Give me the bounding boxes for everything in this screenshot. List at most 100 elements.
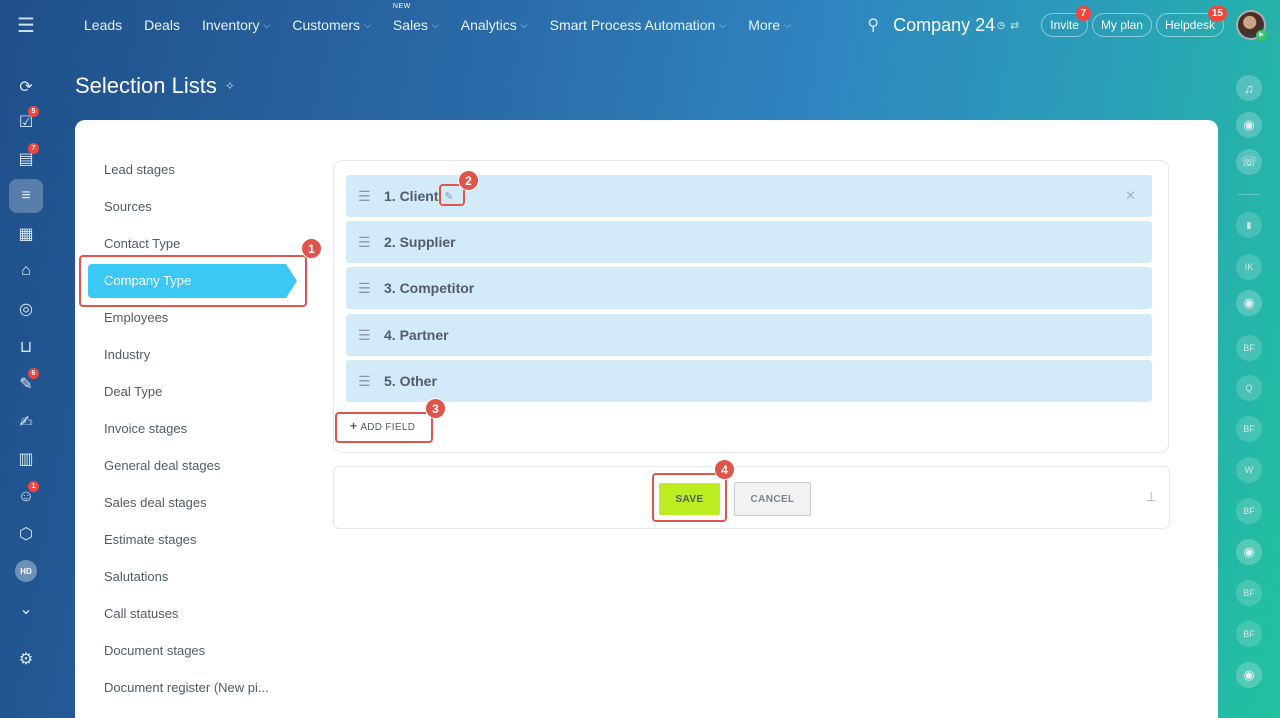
menu-item-lead-stages[interactable]: Lead stages	[75, 151, 305, 188]
nav-smart-process[interactable]: Smart Process Automation ⌵	[550, 17, 727, 33]
list-item[interactable]: ☰ 2. Supplier	[346, 221, 1152, 263]
menu-item-call-statuses[interactable]: Call statuses	[75, 595, 305, 632]
cancel-button[interactable]: CANCEL	[734, 482, 811, 516]
save-bar: SAVE CANCEL ⊥	[333, 466, 1170, 529]
nav-sales[interactable]: NEW Sales ⌵	[393, 3, 439, 33]
drag-handle-icon[interactable]: ☰	[358, 328, 372, 342]
contact-avatar[interactable]: BF	[1236, 498, 1262, 524]
menu-item-document-register[interactable]: Document register (New pi...	[75, 669, 305, 706]
chevron-down-icon: ⌵	[431, 19, 439, 30]
drag-handle-icon[interactable]: ☰	[358, 281, 372, 295]
menu-item-estimate-stages[interactable]: Estimate stages	[75, 521, 305, 558]
menu-item-label: Document register (New pi...	[104, 680, 269, 695]
contact-avatar-label: Q	[1245, 383, 1253, 393]
menu-item-deal-type[interactable]: Deal Type	[75, 373, 305, 410]
menu-item-label: Call statuses	[104, 606, 179, 621]
contact-book-icon[interactable]: ▮	[1236, 212, 1262, 238]
calendar-icon[interactable]: ▦	[9, 217, 43, 251]
drag-handle-icon[interactable]: ☰	[358, 374, 372, 388]
contact-avatar[interactable]: BF	[1236, 621, 1262, 647]
contact-avatar-label: BF	[1243, 343, 1255, 353]
cart-icon[interactable]: ⊔	[9, 330, 43, 364]
robot-icon[interactable]: ☺ 1	[9, 480, 43, 514]
menu-item-label: General deal stages	[104, 458, 221, 473]
bell-icon[interactable]: ♫	[1236, 75, 1262, 101]
pin-icon[interactable]: ✧	[225, 79, 235, 93]
menu-item-document-stages[interactable]: Document stages	[75, 632, 305, 669]
nav-leads[interactable]: Leads	[84, 17, 122, 33]
menu-item-sources[interactable]: Sources	[75, 188, 305, 225]
field-label[interactable]: 4. Partner	[384, 327, 449, 343]
box-icon[interactable]: ⬡	[9, 517, 43, 551]
copilot-icon[interactable]: ◉	[1236, 539, 1262, 565]
menu-item-label: Lead stages	[104, 162, 175, 177]
copilot-icon[interactable]: ◉	[1236, 290, 1262, 316]
sign-icon[interactable]: ✍	[9, 405, 43, 439]
copilot-icon[interactable]: ◉	[1236, 112, 1262, 138]
menu-burger-icon[interactable]: ☰	[0, 0, 52, 50]
main-card: Lead stages Sources Contact Type Company…	[75, 120, 1218, 718]
drag-handle-icon[interactable]: ☰	[358, 189, 372, 203]
menu-item-invoice-stages[interactable]: Invoice stages	[75, 410, 305, 447]
nav-inventory[interactable]: Inventory ⌵	[202, 17, 270, 33]
feed-badge: 7	[28, 143, 39, 154]
field-label[interactable]: 2. Supplier	[384, 234, 456, 250]
menu-item-sales-deal-stages[interactable]: Sales deal stages	[75, 484, 305, 521]
user-avatar[interactable]: ▶	[1236, 10, 1267, 41]
my-plan-button[interactable]: My plan	[1091, 13, 1152, 37]
nav-more[interactable]: More ⌵	[748, 17, 791, 33]
list-item[interactable]: ☰ 5. Other	[346, 360, 1152, 402]
list-item[interactable]: ☰ 3. Competitor	[346, 267, 1152, 309]
company-name-label: Company 24	[893, 14, 996, 35]
contact-avatar[interactable]: IK	[1236, 254, 1262, 280]
drag-handle-icon[interactable]: ☰	[358, 235, 372, 249]
annotation-number: 1	[301, 238, 322, 259]
menu-item-label: Sales deal stages	[104, 495, 207, 510]
nav-customers[interactable]: Customers ⌵	[292, 17, 371, 33]
list-item[interactable]: ☰ 4. Partner	[346, 314, 1152, 356]
field-label[interactable]: 3. Competitor	[384, 280, 474, 296]
helpdesk-button[interactable]: Helpdesk 15	[1155, 6, 1227, 37]
nav-analytics[interactable]: Analytics ⌵	[461, 17, 528, 33]
close-icon[interactable]: ✕	[1125, 188, 1136, 204]
store-icon[interactable]: ⌂	[9, 254, 43, 288]
contact-avatar[interactable]: W	[1236, 457, 1262, 483]
menu-item-general-deal-stages[interactable]: General deal stages	[75, 447, 305, 484]
invite-button[interactable]: Invite 7	[1041, 6, 1091, 37]
nav-deals[interactable]: Deals	[144, 17, 180, 33]
search-icon[interactable]: ⚲	[867, 15, 879, 35]
helpdesk-avatar[interactable]: HD	[9, 554, 43, 588]
page-title-text: Selection Lists	[75, 73, 217, 98]
field-label[interactable]: 1. Client	[384, 188, 438, 204]
copilot-icon[interactable]: ◉	[1236, 662, 1262, 688]
docs-icon[interactable]: ✎ 6	[9, 367, 43, 401]
target-icon[interactable]: ◎	[9, 292, 43, 326]
contact-avatar[interactable]: BF	[1236, 580, 1262, 606]
menu-item-salutations[interactable]: Salutations	[75, 558, 305, 595]
settings-toggle-icon[interactable]: ⇄	[1010, 19, 1019, 32]
company-name[interactable]: Company 24 ◷ ⇄	[893, 15, 1019, 36]
contact-avatar[interactable]: Q	[1236, 375, 1262, 401]
chevron-down-icon[interactable]: ⌄	[9, 592, 43, 626]
main-nav: Leads Deals Inventory ⌵ Customers ⌵ NEW Sal…	[84, 0, 813, 50]
docs-badge: 6	[28, 368, 39, 379]
pin-icon[interactable]: ⊥	[1146, 489, 1157, 505]
nav-leads-label: Leads	[84, 17, 123, 33]
field-label[interactable]: 5. Other	[384, 373, 437, 389]
gear-icon[interactable]: ⚙	[9, 642, 43, 676]
analytics-icon[interactable]: ▥	[9, 442, 43, 476]
hd-label: HD	[15, 560, 37, 582]
contact-avatar[interactable]: BF	[1236, 335, 1262, 361]
tasks-icon[interactable]: ☑ 5	[9, 105, 43, 139]
chevron-down-icon: ⌵	[784, 19, 791, 30]
workflow-icon[interactable]: ⟳	[9, 70, 43, 104]
annotation-number: 3	[425, 398, 446, 419]
contact-avatar[interactable]: BF	[1236, 416, 1262, 442]
top-right-area: ⚲ Company 24 ◷ ⇄ Invite 7 My plan Helpde…	[867, 0, 1267, 50]
chevron-down-icon: ⌵	[520, 19, 528, 30]
menu-item-industry[interactable]: Industry	[75, 336, 305, 373]
chat-icon[interactable]: ☏	[1236, 149, 1262, 175]
chevron-down-icon: ⌵	[263, 19, 271, 30]
crm-filter-icon[interactable]: ≡	[9, 179, 43, 213]
feed-icon[interactable]: ▤ 7	[9, 142, 43, 176]
